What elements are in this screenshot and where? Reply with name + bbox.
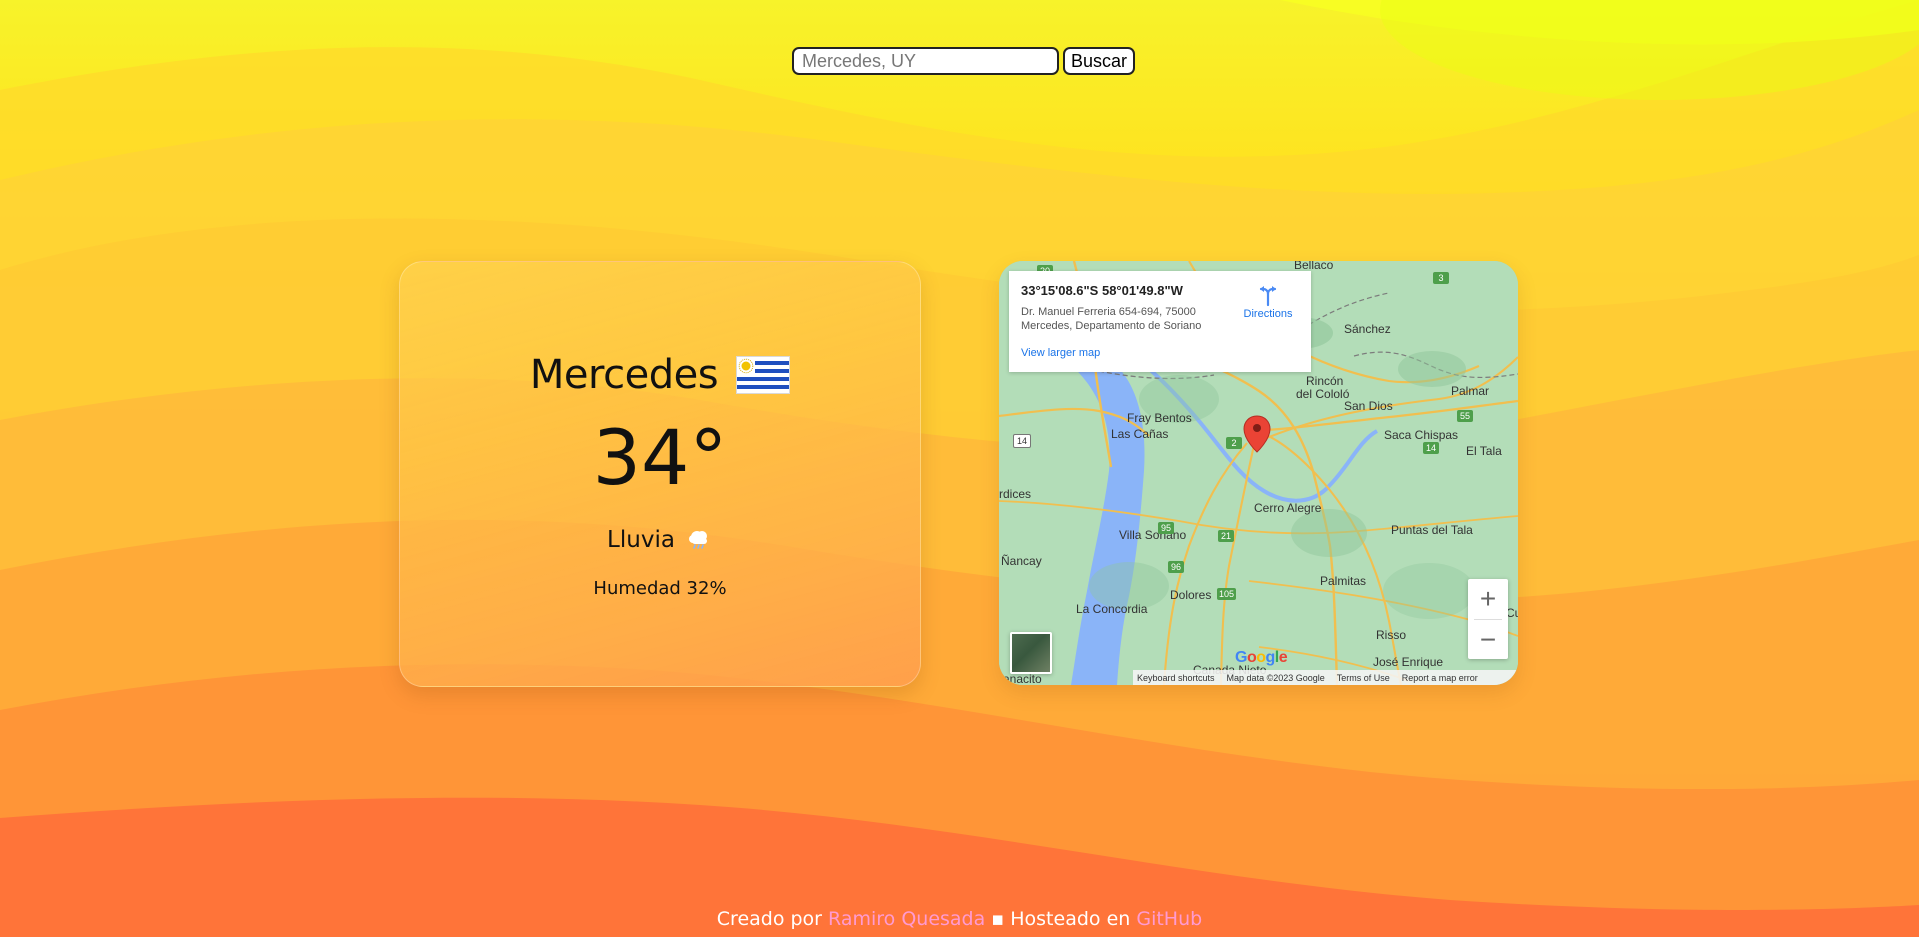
condition-label: Lluvia [607,527,675,553]
map-label-rincon-1: Rincón [1306,374,1344,388]
route-shield-55: 55 [1457,410,1473,422]
page-footer: Creado por Ramiro Quesada ▪ Hosteado en … [0,908,1919,930]
map-label-cerro-alegre: Cerro Alegre [1254,501,1322,515]
search-input[interactable] [792,47,1059,75]
route-shield-2: 2 [1226,437,1242,449]
route-shield-14-right: 14 [1423,442,1439,454]
background-waves [0,0,1919,937]
google-logo-letter-2: o [1246,649,1257,666]
route-shield-3: 3 [1433,272,1449,284]
zoom-controls: + − [1468,579,1508,659]
route-shield-105: 105 [1217,588,1237,600]
city-name: Mercedes [529,352,719,398]
map-address: Dr. Manuel Ferreria 654-694, 75000 Merce… [1021,305,1233,333]
condition-row: Lluvia [400,526,920,554]
map-label-la-concordia: La Concordia [1076,602,1148,616]
map-label-palmitas: Palmitas [1320,574,1367,588]
github-link[interactable]: GitHub [1136,908,1202,930]
humidity: Humedad 32% [593,578,727,599]
author-link[interactable]: Ramiro Quesada [828,908,985,930]
terms-of-use-link[interactable]: Terms of Use [1337,673,1390,683]
weather-card: Mercedes 34° Lluvia Humedad 32% [399,261,921,687]
map-card[interactable]: Bellaco Sánchez Rincón del Cololó San Di… [999,261,1518,685]
map-label-nancay: Ñancay [1001,554,1042,568]
map-label-sanchez: Sánchez [1344,322,1391,336]
map-label-jose-enrique: José Enrique [1373,655,1444,669]
route-shield-14-left: 14 [1013,434,1031,448]
satellite-toggle-button[interactable] [1010,632,1052,674]
route-shield-95: 95 [1158,522,1174,534]
google-logo-letter-6: e [1278,649,1288,666]
footer-separator: ▪ [991,908,1005,930]
rain-cloud-icon [685,526,713,554]
footer-created-by: Creado por [716,908,822,930]
search-button[interactable]: Buscar [1063,47,1136,75]
map-label-puntas-del-tala: Puntas del Tala [1391,523,1473,537]
google-logo-letter-3: o [1256,649,1266,666]
map-label-saca-chispas: Saca Chispas [1384,428,1459,442]
address-line-2: Mercedes, Departamento de Soriano [1021,320,1202,332]
google-logo: Google [1235,649,1288,667]
report-map-error-link[interactable]: Report a map error [1402,673,1478,683]
temperature: 34° [592,413,728,502]
search-bar: Buscar [792,47,1136,75]
map-label-san-dios: San Dios [1344,399,1393,413]
view-larger-map-link[interactable]: View larger map [1021,347,1100,359]
zoom-out-button[interactable]: − [1468,620,1508,660]
google-logo-letter-1: G [1235,649,1247,666]
map-label-rincon-2: del Cololó [1296,387,1350,401]
zoom-in-button[interactable]: + [1468,579,1508,619]
map-label-dolores: Dolores [1170,588,1212,602]
footer-hosted-on: Hosteado en [1010,908,1131,930]
map-footer: Keyboard shortcuts Map data ©2023 Google… [1133,670,1518,685]
map-label-villa-soriano: Villa Soriano [1119,528,1187,542]
route-shield-96: 96 [1168,561,1184,573]
map-label-el-tala: El Tala [1466,444,1502,458]
directions-button[interactable]: Directions [1238,283,1298,320]
map-info-box: 33°15'08.6"S 58°01'49.8"W Dr. Manuel Fer… [1009,271,1311,372]
map-label-fray-bentos: Fray Bentos [1127,411,1192,425]
keyboard-shortcuts-link[interactable]: Keyboard shortcuts [1137,673,1215,683]
map-data-text: Map data ©2023 Google [1226,672,1325,683]
map-label-las-canas: Las Cañas [1111,427,1169,441]
address-line-1: Dr. Manuel Ferreria 654-694, 75000 [1021,306,1196,318]
directions-icon [1256,283,1280,307]
google-logo-letter-4: g [1265,649,1276,666]
map-label-rdices: rdices [999,487,1032,501]
uruguay-flag-icon [736,356,791,394]
directions-label: Directions [1243,308,1293,320]
route-shield-21: 21 [1218,530,1234,542]
map-coordinates: 33°15'08.6"S 58°01'49.8"W [1021,283,1183,298]
map-label-palmar: Palmar [1451,384,1490,398]
map-label-risso: Risso [1376,628,1407,642]
city-row: Mercedes [400,352,920,398]
